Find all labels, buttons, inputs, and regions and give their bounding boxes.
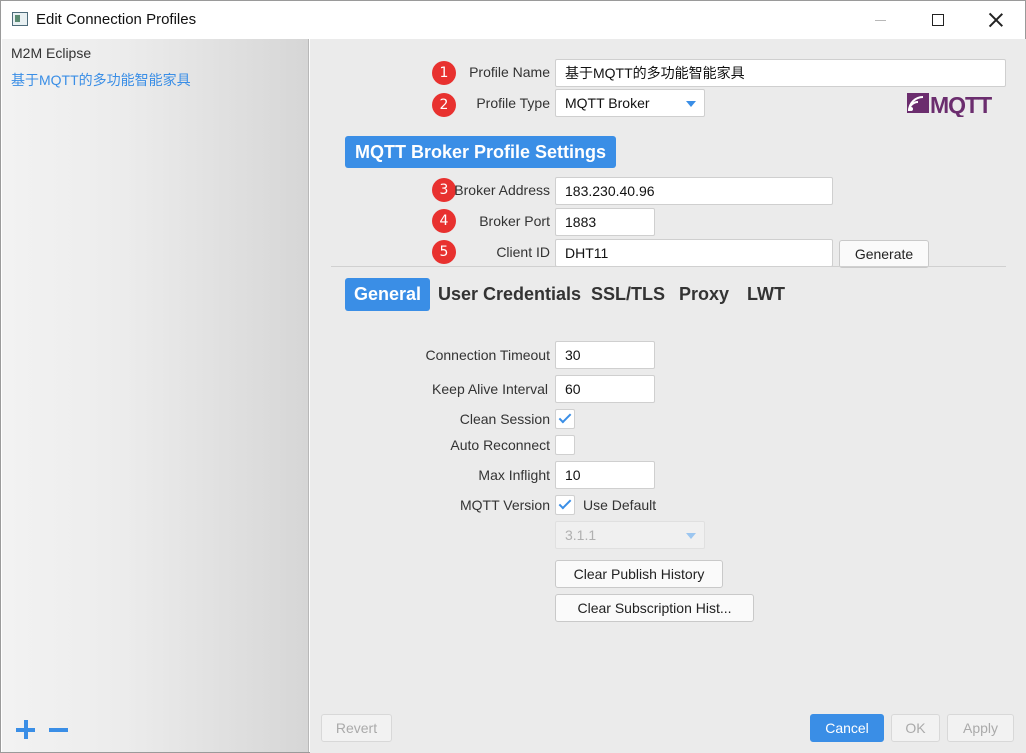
mqtt-version-value: 3.1.1 [565,527,597,543]
clear-subscription-history-button[interactable]: Clear Subscription Hist... [555,594,754,622]
profile-name-input[interactable]: 基于MQTT的多功能智能家具 [555,59,1006,87]
max-inflight-label: Max Inflight [478,467,550,483]
mqtt-version-label: MQTT Version [460,497,550,513]
minimize-icon [874,19,886,21]
minimize-button[interactable] [851,1,909,39]
annotation-badge-4: 4 [432,209,456,233]
profile-editor-panel: 1 Profile Name 基于MQTT的多功能智能家具 2 Profile … [310,39,1026,753]
profile-item-smart-furniture[interactable]: 基于MQTT的多功能智能家具 [11,70,191,90]
client-id-input[interactable]: DHT11 [555,239,833,267]
clean-session-checkbox[interactable] [555,409,575,429]
divider [331,266,1006,267]
tab-user-credentials[interactable]: User Credentials [429,278,590,311]
checkmark-icon [558,496,572,510]
annotation-badge-2: 2 [432,93,456,117]
broker-port-input[interactable]: 1883 [555,208,655,236]
profile-name-label: Profile Name [469,64,550,80]
maximize-button[interactable] [909,1,967,39]
annotation-badge-5: 5 [432,240,456,264]
use-default-label: Use Default [583,497,657,513]
edit-connection-profiles-window: Edit Connection Profiles M2M Eclipse 基于M… [0,0,1026,753]
broker-address-label: Broker Address [454,182,550,198]
keep-alive-input[interactable]: 60 [555,375,655,403]
mqtt-logo: MQTT [907,92,993,117]
tab-proxy[interactable]: Proxy [670,278,738,311]
mqtt-logo-text: MQTT [930,92,992,117]
annotation-badge-3: 3 [432,178,456,202]
add-profile-icon[interactable] [16,719,38,741]
auto-reconnect-checkbox[interactable] [555,435,575,455]
profile-type-select[interactable]: MQTT Broker [555,89,705,117]
auto-reconnect-label: Auto Reconnect [450,437,550,453]
title-bar: Edit Connection Profiles [1,1,1025,39]
broker-address-input[interactable]: 183.230.40.96 [555,177,833,205]
chevron-down-icon [686,101,696,107]
chevron-down-icon [686,533,696,539]
window-title: Edit Connection Profiles [36,11,197,28]
ok-button[interactable]: OK [891,714,940,742]
clean-session-label: Clean Session [459,411,550,427]
cancel-button[interactable]: Cancel [810,714,884,742]
close-button[interactable] [967,1,1025,39]
section-header-broker-settings: MQTT Broker Profile Settings [345,136,617,168]
app-icon [12,12,28,26]
profiles-sidebar: M2M Eclipse 基于MQTT的多功能智能家具 [2,39,309,752]
tab-ssl-tls[interactable]: SSL/TLS [582,278,674,311]
connection-timeout-input[interactable]: 30 [555,341,655,369]
annotation-badge-1: 1 [432,61,456,85]
tab-lwt[interactable]: LWT [738,278,794,311]
remove-profile-icon[interactable] [49,719,71,741]
profile-item-m2m-eclipse[interactable]: M2M Eclipse [11,45,91,61]
apply-button[interactable]: Apply [947,714,1014,742]
connection-timeout-label: Connection Timeout [425,347,550,363]
max-inflight-input[interactable]: 10 [555,461,655,489]
tab-general[interactable]: General [345,278,431,311]
close-icon [989,13,1003,27]
clear-publish-history-button[interactable]: Clear Publish History [555,560,723,588]
generate-button[interactable]: Generate [839,240,929,268]
keep-alive-label: Keep Alive Interval [432,381,548,397]
maximize-icon [932,14,944,26]
use-default-checkbox[interactable] [555,495,575,515]
revert-button[interactable]: Revert [321,714,392,742]
client-id-label: Client ID [496,244,550,260]
profile-type-value: MQTT Broker [565,95,650,111]
mqtt-version-select: 3.1.1 [555,521,705,549]
profile-type-label: Profile Type [476,95,550,111]
checkmark-icon [558,410,572,424]
broker-port-label: Broker Port [479,213,550,229]
